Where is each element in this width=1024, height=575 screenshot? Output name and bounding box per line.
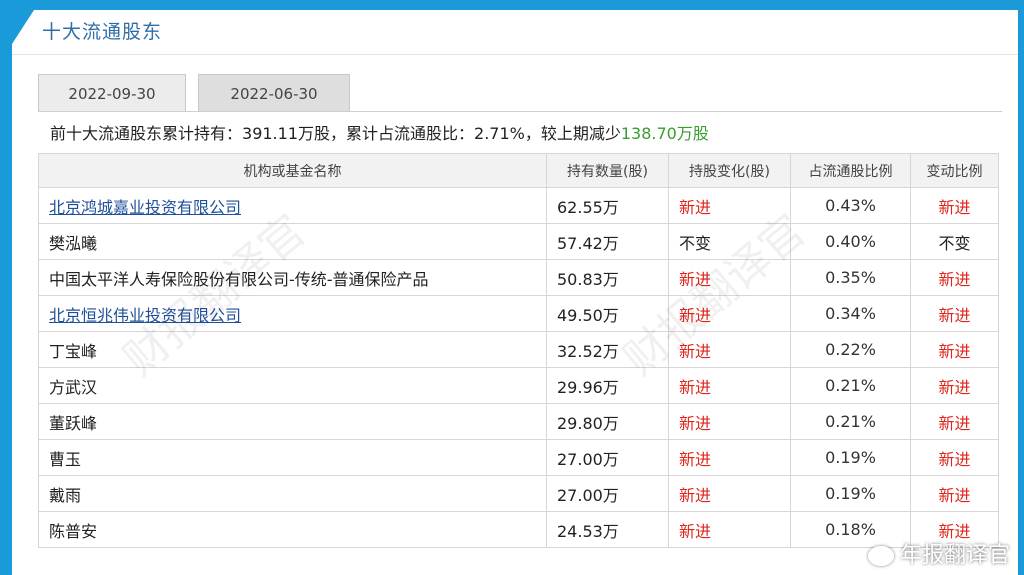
holding-change: 新进 [668,295,791,332]
summary-ratio-label: ，累计占流通股比： [330,124,475,143]
change-ratio: 不变 [910,223,999,260]
holder-name: 樊泓曦 [38,223,547,260]
change-ratio: 新进 [910,475,999,512]
holder-name-link[interactable]: 北京恒兆伟业投资有限公司 [38,295,547,332]
tab-2022-06-30[interactable]: 2022-06-30 [198,74,350,112]
float-ratio: 0.21% [790,367,911,404]
holding-change: 新进 [668,403,791,440]
holding-quantity: 50.83万 [546,259,669,296]
holding-change: 新进 [668,367,791,404]
summary-prefix: 前十大流通股东累计持有： [50,124,243,143]
change-ratio: 新进 [910,295,999,332]
float-ratio: 0.21% [790,403,911,440]
summary-holding: 391.11万股 [242,124,331,143]
holding-change: 新进 [668,511,791,548]
panel-corner-accent [12,10,34,44]
change-ratio: 新进 [910,439,999,476]
holding-change: 新进 [668,331,791,368]
float-ratio: 0.35% [790,259,911,296]
summary-ratio: 2.71% [474,124,525,143]
summary-change: 138.70万股 [620,124,709,143]
holding-quantity: 57.42万 [546,223,669,260]
holder-name: 方武汉 [38,367,547,404]
shareholders-table: 机构或基金名称 持有数量(股) 持股变化(股) 占流通股比例 变动比例 北京鸿城… [38,153,999,548]
title-divider [12,54,1018,55]
table-row: 曹玉 27.00万 新进 0.19% 新进 [38,439,999,476]
holding-quantity: 29.80万 [546,403,669,440]
holder-name: 中国太平洋人寿保险股份有限公司-传统-普通保险产品 [38,259,547,296]
holding-summary: 前十大流通股东累计持有：391.11万股，累计占流通股比：2.71%，较上期减少… [50,120,709,144]
weibo-watermark: 年报翻译官 [867,537,1010,569]
change-ratio: 新进 [910,367,999,404]
holding-change: 不变 [668,223,791,260]
header-name: 机构或基金名称 [38,153,547,188]
holding-quantity: 62.55万 [546,187,669,224]
table-row: 中国太平洋人寿保险股份有限公司-传统-普通保险产品 50.83万 新进 0.35… [38,259,999,296]
holder-name: 丁宝峰 [38,331,547,368]
holding-quantity: 24.53万 [546,511,669,548]
weibo-watermark-text: 年报翻译官 [899,543,1010,568]
holder-name: 陈普安 [38,511,547,548]
holder-name: 董跃峰 [38,403,547,440]
header-change: 持股变化(股) [668,153,791,188]
holder-name-link[interactable]: 北京鸿城嘉业投资有限公司 [38,187,547,224]
change-ratio: 新进 [910,187,999,224]
holder-name: 戴雨 [38,475,547,512]
table-header-row: 机构或基金名称 持有数量(股) 持股变化(股) 占流通股比例 变动比例 [38,153,999,188]
table-row: 陈普安 24.53万 新进 0.18% 新进 [38,511,999,548]
float-ratio: 0.34% [790,295,911,332]
float-ratio: 0.22% [790,331,911,368]
float-ratio: 0.19% [790,439,911,476]
tab-2022-09-30[interactable]: 2022-09-30 [38,74,186,112]
change-ratio: 新进 [910,403,999,440]
holding-quantity: 29.96万 [546,367,669,404]
table-row: 北京恒兆伟业投资有限公司 49.50万 新进 0.34% 新进 [38,295,999,332]
float-ratio: 0.19% [790,475,911,512]
holding-quantity: 32.52万 [546,331,669,368]
header-variation: 变动比例 [910,153,999,188]
section-title: 十大流通股东 [42,21,163,43]
tabs-divider [38,111,1002,112]
float-ratio: 0.43% [790,187,911,224]
holder-name: 曹玉 [38,439,547,476]
holding-change: 新进 [668,187,791,224]
float-ratio: 0.40% [790,223,911,260]
table-row: 董跃峰 29.80万 新进 0.21% 新进 [38,403,999,440]
holding-quantity: 27.00万 [546,439,669,476]
weibo-eye-icon [867,546,894,566]
table-row: 戴雨 27.00万 新进 0.19% 新进 [38,475,999,512]
header-quantity: 持有数量(股) [546,153,669,188]
table-row: 北京鸿城嘉业投资有限公司 62.55万 新进 0.43% 新进 [38,187,999,224]
change-ratio: 新进 [910,259,999,296]
summary-change-label: ，较上期减少 [524,124,621,143]
table-row: 丁宝峰 32.52万 新进 0.22% 新进 [38,331,999,368]
holding-quantity: 49.50万 [546,295,669,332]
holding-quantity: 27.00万 [546,475,669,512]
holding-change: 新进 [668,475,791,512]
shareholders-panel: 十大流通股东 2022-09-30 2022-06-30 前十大流通股东累计持有… [12,10,1018,575]
table-row: 方武汉 29.96万 新进 0.21% 新进 [38,367,999,404]
header-ratio: 占流通股比例 [790,153,911,188]
table-row: 樊泓曦 57.42万 不变 0.40% 不变 [38,223,999,260]
holding-change: 新进 [668,259,791,296]
change-ratio: 新进 [910,331,999,368]
holding-change: 新进 [668,439,791,476]
